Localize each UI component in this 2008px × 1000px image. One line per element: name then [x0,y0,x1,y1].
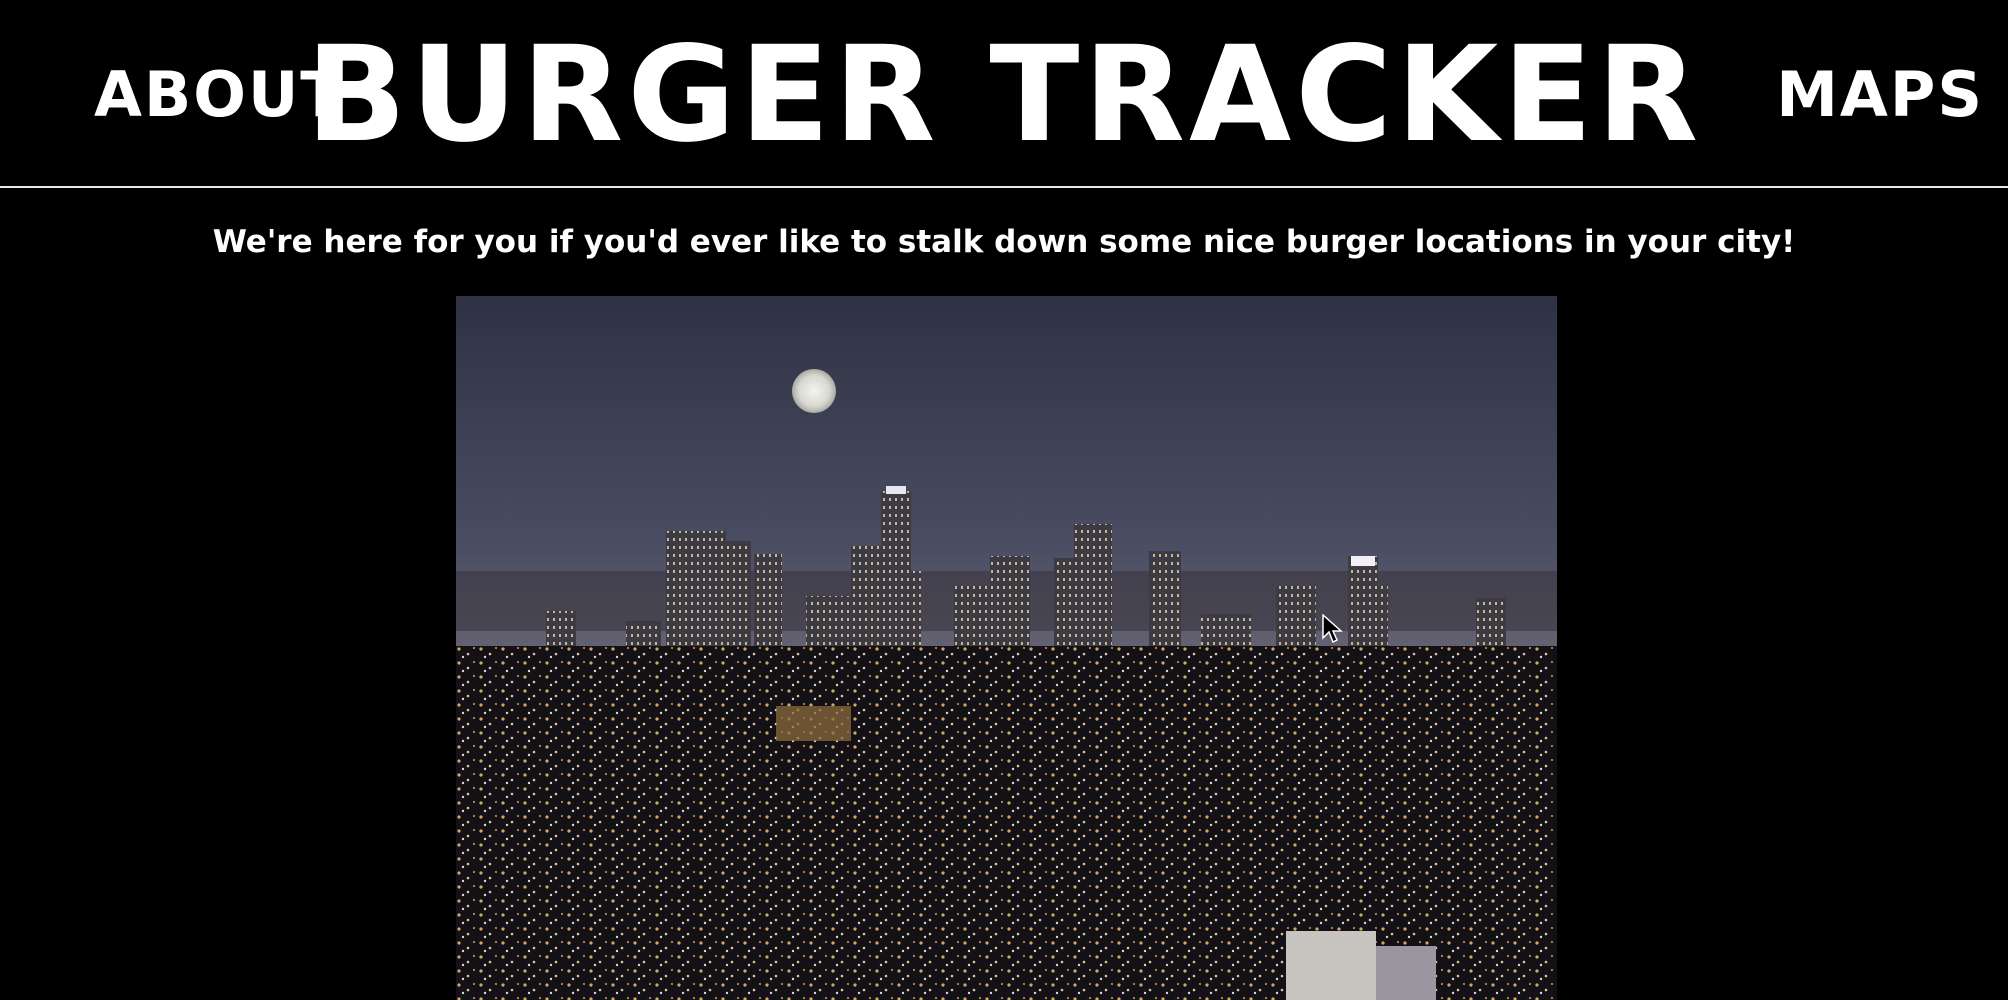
city-skyline-night-image [456,296,1557,1000]
site-header: ABOUT BURGER TRACKER MAPS [0,0,2008,188]
tagline: We're here for you if you'd ever like to… [212,224,1796,260]
hero-image [456,296,1557,1000]
moon-icon [792,369,836,413]
nav-maps-link[interactable]: MAPS [1776,64,1984,126]
site-title: BURGER TRACKER [305,18,1703,172]
mouse-cursor-icon [1322,614,1343,644]
